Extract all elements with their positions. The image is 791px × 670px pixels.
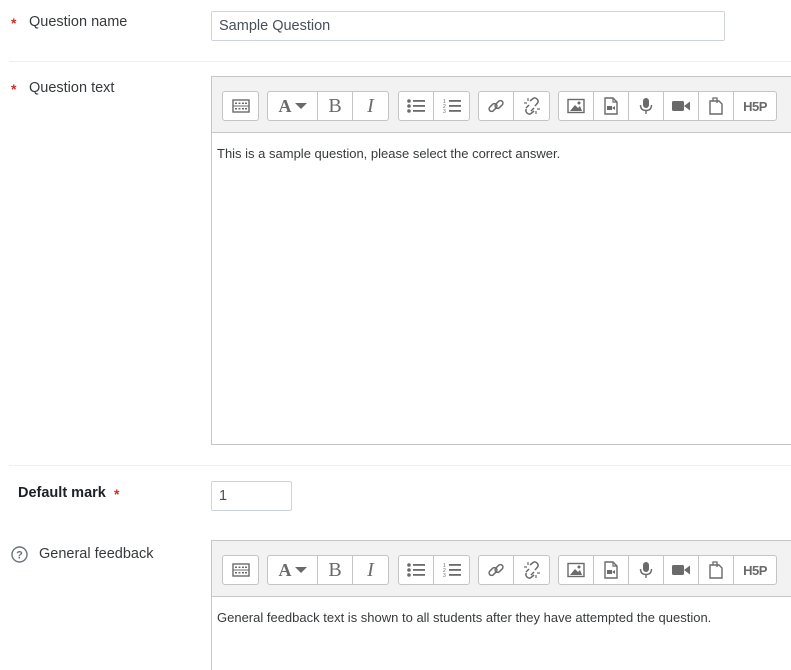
bold-icon[interactable]: B bbox=[318, 92, 353, 120]
toolbar-group-links bbox=[478, 555, 550, 585]
toolbar-group-media: H5P bbox=[558, 91, 777, 121]
record-audio-icon[interactable] bbox=[629, 556, 664, 584]
question-name-label: Question name bbox=[29, 14, 128, 30]
h5p-label: H5P bbox=[743, 562, 767, 578]
italic-icon[interactable]: I bbox=[353, 556, 388, 584]
svg-text:3: 3 bbox=[443, 109, 446, 114]
question-name-value: Sample Question bbox=[219, 18, 331, 34]
toolbar-group-media: H5P bbox=[558, 555, 777, 585]
question-text-label: Question text bbox=[29, 80, 115, 96]
default-mark-label: Default mark bbox=[18, 485, 106, 501]
toolbar-group-more bbox=[222, 555, 259, 585]
toolbar-group-more bbox=[222, 91, 259, 121]
editor-toolbar: A B I 1 2 3 H5P bbox=[212, 541, 791, 597]
link-icon[interactable] bbox=[479, 556, 514, 584]
link-icon[interactable] bbox=[479, 92, 514, 120]
svg-text:3: 3 bbox=[443, 573, 446, 578]
font-style-icon[interactable]: A bbox=[268, 92, 318, 120]
italic-glyph: I bbox=[367, 94, 374, 117]
question-text-content[interactable]: This is a sample question, please select… bbox=[217, 146, 560, 161]
divider bbox=[9, 465, 791, 466]
bold-glyph: B bbox=[328, 94, 342, 117]
manage-files-icon[interactable] bbox=[699, 556, 734, 584]
required-icon: * bbox=[11, 15, 17, 31]
media-icon[interactable] bbox=[594, 556, 629, 584]
bold-icon[interactable]: B bbox=[318, 556, 353, 584]
required-icon: * bbox=[11, 81, 17, 97]
image-icon[interactable] bbox=[559, 556, 594, 584]
italic-glyph: I bbox=[367, 558, 374, 581]
h5p-label: H5P bbox=[743, 98, 767, 114]
bold-glyph: B bbox=[328, 558, 342, 581]
svg-text:?: ? bbox=[16, 550, 23, 562]
unordered-list-icon[interactable] bbox=[399, 92, 434, 120]
show-more-buttons-icon[interactable] bbox=[223, 92, 258, 120]
record-audio-icon[interactable] bbox=[629, 92, 664, 120]
general-feedback-content[interactable]: General feedback text is shown to all st… bbox=[217, 610, 711, 625]
question-text-editor[interactable]: A B I 1 2 3 H5P This is a sample questio… bbox=[211, 76, 791, 445]
ordered-list-icon[interactable]: 1 2 3 bbox=[434, 92, 469, 120]
unlink-icon[interactable] bbox=[514, 556, 549, 584]
font-glyph: A bbox=[278, 559, 292, 580]
ordered-list-icon[interactable]: 1 2 3 bbox=[434, 556, 469, 584]
toolbar-group-style: A B I bbox=[267, 91, 389, 121]
default-mark-value: 1 bbox=[219, 488, 228, 504]
toolbar-group-lists: 1 2 3 bbox=[398, 555, 470, 585]
italic-icon[interactable]: I bbox=[353, 92, 388, 120]
default-mark-input[interactable]: 1 bbox=[211, 481, 292, 511]
question-name-input[interactable]: Sample Question bbox=[211, 11, 725, 41]
image-icon[interactable] bbox=[559, 92, 594, 120]
editor-toolbar: A B I 1 2 3 H5P bbox=[212, 77, 791, 133]
manage-files-icon[interactable] bbox=[699, 92, 734, 120]
media-icon[interactable] bbox=[594, 92, 629, 120]
h5p-icon[interactable]: H5P bbox=[734, 92, 776, 120]
show-more-buttons-icon[interactable] bbox=[223, 556, 258, 584]
general-feedback-editor[interactable]: A B I 1 2 3 H5P General feedback text is… bbox=[211, 540, 791, 670]
required-icon: * bbox=[114, 486, 120, 502]
toolbar-group-style: A B I bbox=[267, 555, 389, 585]
toolbar-group-lists: 1 2 3 bbox=[398, 91, 470, 121]
unlink-icon[interactable] bbox=[514, 92, 549, 120]
record-video-icon[interactable] bbox=[664, 556, 699, 584]
divider bbox=[9, 61, 791, 62]
general-feedback-label: General feedback bbox=[39, 546, 154, 562]
font-style-icon[interactable]: A bbox=[268, 556, 318, 584]
h5p-icon[interactable]: H5P bbox=[734, 556, 776, 584]
unordered-list-icon[interactable] bbox=[399, 556, 434, 584]
help-icon[interactable]: ? bbox=[11, 546, 28, 568]
toolbar-group-links bbox=[478, 91, 550, 121]
font-glyph: A bbox=[278, 95, 292, 116]
record-video-icon[interactable] bbox=[664, 92, 699, 120]
